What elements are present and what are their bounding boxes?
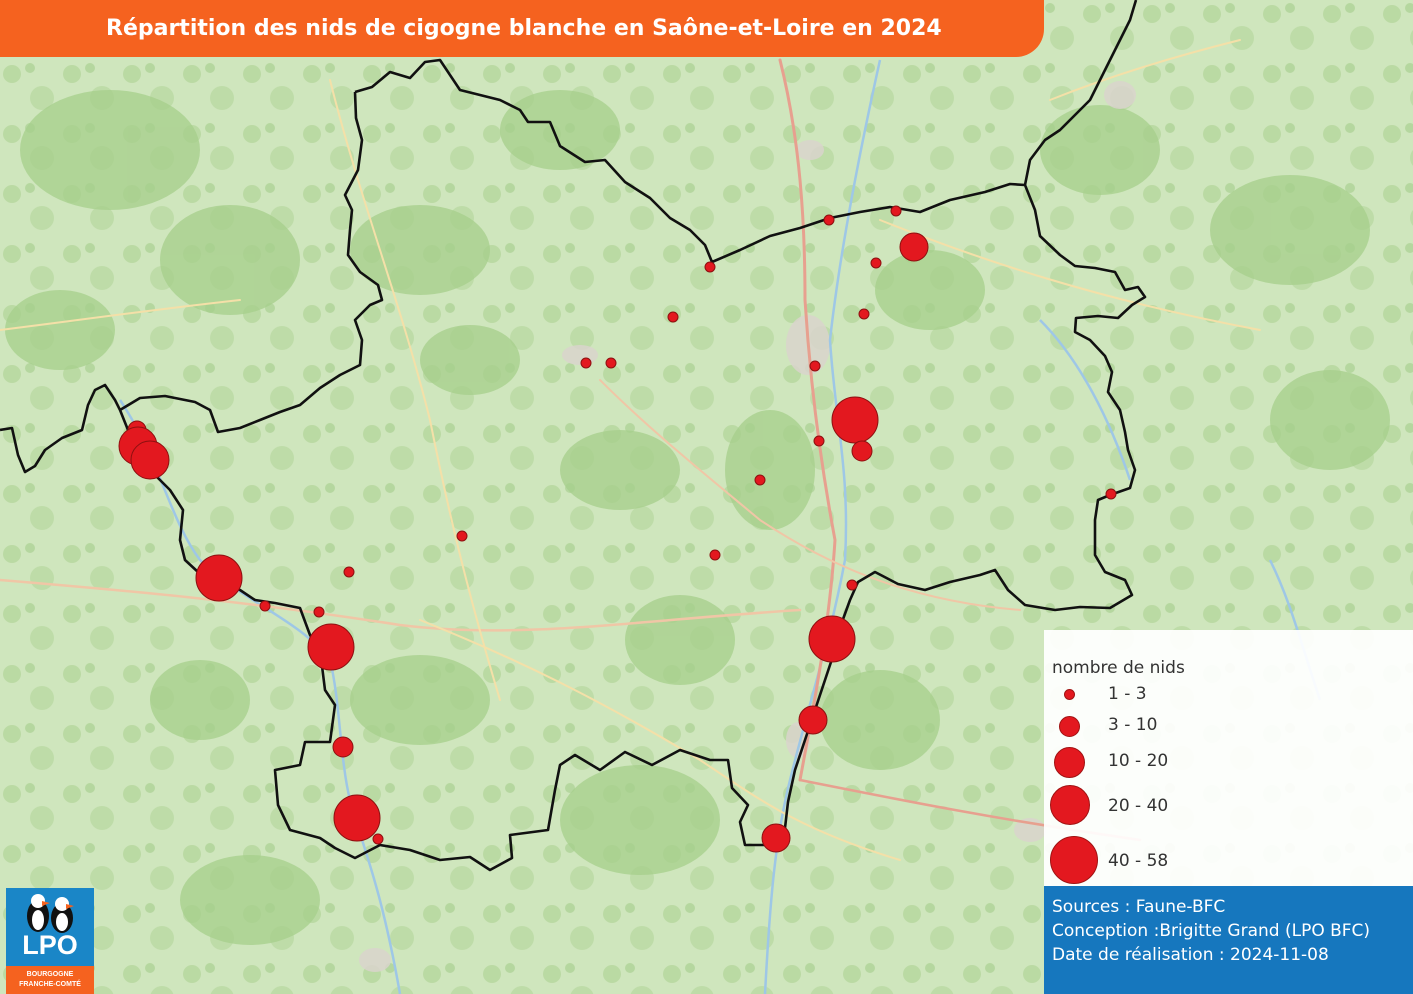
- nest-marker[interactable]: [667, 311, 679, 323]
- nest-marker[interactable]: [313, 606, 325, 618]
- legend-symbol: [1050, 785, 1090, 825]
- legend-label: 40 - 58: [1108, 851, 1169, 871]
- nest-marker[interactable]: [456, 530, 468, 542]
- title-bar: Répartition des nids de cigogne blanche …: [0, 0, 1044, 57]
- legend-symbol: [1064, 689, 1075, 700]
- credit-sources: Sources : Faune-BFC: [1052, 897, 1226, 917]
- credit-conception: Conception :Brigitte Grand (LPO BFC): [1052, 921, 1371, 941]
- logo-region-band: BOURGOGNE FRANCHE-COMTÉ: [6, 966, 94, 994]
- puffin-icon: [27, 894, 74, 933]
- nest-marker[interactable]: [605, 357, 617, 369]
- credits-panel: Sources : Faune-BFC Conception :Brigitte…: [1044, 886, 1413, 994]
- legend-label: 1 - 3: [1108, 684, 1147, 704]
- nest-marker[interactable]: [831, 396, 879, 444]
- legend-label: 3 - 10: [1108, 715, 1158, 735]
- nest-marker[interactable]: [195, 554, 243, 602]
- lpo-logo: LPO BOURGOGNE FRANCHE-COMTÉ: [6, 888, 94, 994]
- map-title: Répartition des nids de cigogne blanche …: [106, 16, 942, 41]
- nest-marker[interactable]: [813, 435, 825, 447]
- nest-marker[interactable]: [846, 579, 858, 591]
- nest-marker[interactable]: [1105, 488, 1117, 500]
- legend-symbol: [1054, 747, 1085, 778]
- credit-date: Date de réalisation : 2024-11-08: [1052, 945, 1329, 965]
- logo-region-line1: BOURGOGNE: [26, 971, 74, 978]
- legend-symbol: [1059, 716, 1080, 737]
- nest-marker[interactable]: [754, 474, 766, 486]
- nest-marker[interactable]: [899, 232, 929, 262]
- nest-marker[interactable]: [809, 360, 821, 372]
- nest-marker[interactable]: [704, 261, 716, 273]
- nest-marker[interactable]: [333, 794, 381, 842]
- nest-marker[interactable]: [259, 600, 271, 612]
- legend: nombre de nids 1 - 3 3 - 10 10 - 20 20 -…: [1044, 630, 1413, 886]
- nest-marker[interactable]: [343, 566, 355, 578]
- legend-symbol: [1050, 836, 1098, 884]
- nest-marker[interactable]: [808, 615, 856, 663]
- logo-region-line2: FRANCHE-COMTÉ: [19, 981, 81, 988]
- legend-item-4: 20 - 40: [1044, 780, 1404, 830]
- legend-item-5: 40 - 58: [1044, 832, 1404, 884]
- legend-label: 20 - 40: [1108, 796, 1169, 816]
- nest-marker[interactable]: [130, 440, 170, 480]
- nest-marker[interactable]: [580, 357, 592, 369]
- nest-marker[interactable]: [890, 205, 902, 217]
- nest-marker[interactable]: [870, 257, 882, 269]
- nest-marker[interactable]: [851, 440, 873, 462]
- legend-label: 10 - 20: [1108, 751, 1169, 771]
- nest-marker[interactable]: [372, 833, 384, 845]
- nest-marker[interactable]: [709, 549, 721, 561]
- nest-marker[interactable]: [332, 736, 354, 758]
- nest-marker[interactable]: [823, 214, 835, 226]
- nest-marker[interactable]: [761, 823, 791, 853]
- nest-marker[interactable]: [307, 623, 355, 671]
- nest-marker[interactable]: [798, 705, 828, 735]
- nest-marker[interactable]: [858, 308, 870, 320]
- logo-name: LPO: [22, 930, 78, 960]
